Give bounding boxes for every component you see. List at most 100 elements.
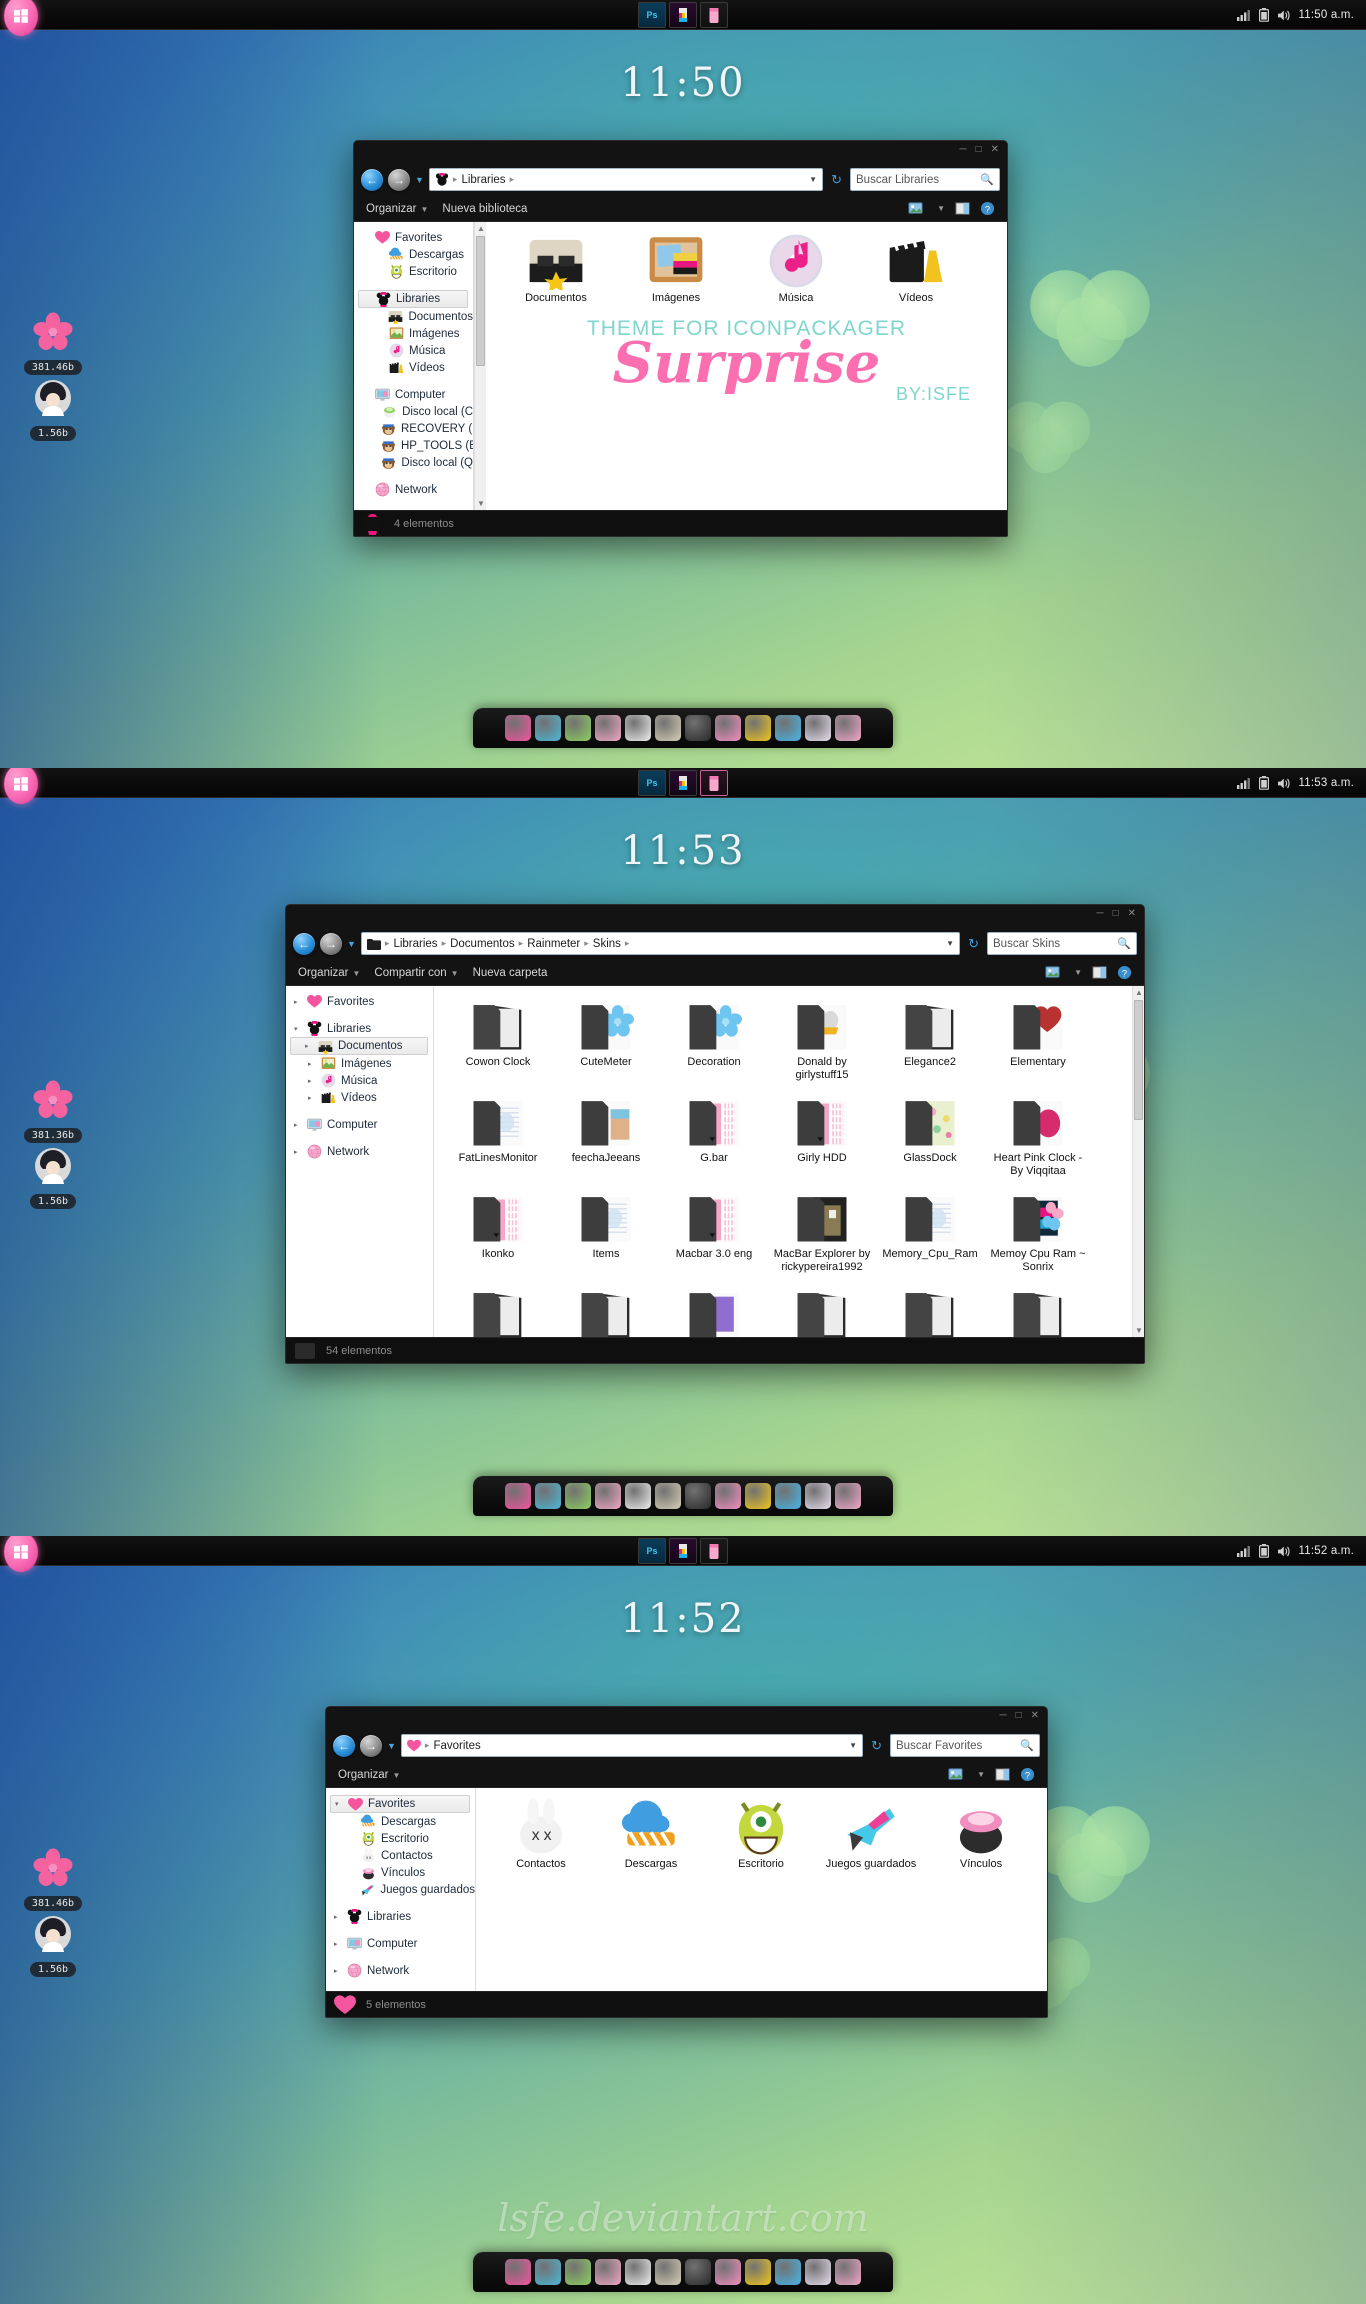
file-item[interactable]: Juegos guardados xyxy=(816,1796,926,1871)
dock-photoshop-pink-icon[interactable] xyxy=(595,1483,621,1509)
navigation-bar[interactable]: ← → ▼ ▸ Favorites ▼ ↻ Buscar Favorites 🔍 xyxy=(326,1729,1047,1762)
back-button[interactable]: ← xyxy=(293,932,315,955)
file-grid[interactable]: x x Contactos Descargas Escritorio Juegos gua… xyxy=(476,1788,1047,1879)
dock-toolbox-icon[interactable] xyxy=(745,2259,771,2285)
close-button[interactable]: ✕ xyxy=(1031,1711,1039,1721)
file-item[interactable]: Macbar 3.0 eng xyxy=(660,1186,768,1274)
file-list-pane[interactable]: Cowon Clock CuteMeter Decoration Donald by … xyxy=(434,986,1132,1337)
sidebar-item-escritorio[interactable]: Escritorio xyxy=(354,263,473,280)
sidebar-item-descargas[interactable]: Descargas xyxy=(326,1813,475,1830)
file-item[interactable]: CuteMeter xyxy=(552,994,660,1082)
scroll-up-icon[interactable]: ▲ xyxy=(477,224,485,233)
window-titlebar[interactable]: ─ □ ✕ xyxy=(354,141,1007,163)
file-item[interactable]: Donald by girlystuff15 xyxy=(768,994,876,1082)
expand-arrow-icon[interactable]: ▸ xyxy=(334,1913,342,1921)
file-list-pane[interactable]: Documentos Imágenes Música Vídeos THEME FOR… xyxy=(486,222,1007,510)
dock-glasses-folder-icon[interactable] xyxy=(655,2259,681,2285)
sidebar-item-disco-local-q[interactable]: Disco local (Q xyxy=(354,454,473,471)
window-controls[interactable]: ─ □ ✕ xyxy=(999,1711,1039,1721)
expand-arrow-icon[interactable]: ▸ xyxy=(294,1148,302,1156)
system-tray[interactable]: 11:52 a.m. xyxy=(1236,1536,1361,1566)
file-item[interactable]: Cowon Clock xyxy=(444,994,552,1082)
file-item[interactable] xyxy=(876,1282,984,1337)
organize-button[interactable]: Organizar ▼ xyxy=(366,203,428,215)
search-box[interactable]: Buscar Favorites 🔍 xyxy=(890,1734,1040,1757)
expand-arrow-icon[interactable]: ▸ xyxy=(294,1121,302,1129)
share-button[interactable]: Compartir con ▼ xyxy=(374,967,458,979)
back-button[interactable]: ← xyxy=(361,168,383,191)
dock-film-clapper-icon[interactable] xyxy=(685,715,711,741)
organize-button[interactable]: Organizar ▼ xyxy=(338,1769,400,1781)
file-item[interactable]: Vídeos xyxy=(856,230,976,305)
file-item[interactable] xyxy=(768,1282,876,1337)
file-item[interactable]: G.bar xyxy=(660,1090,768,1178)
sidebar-item-documentos[interactable]: Documentos xyxy=(354,308,473,325)
preview-pane-icon[interactable] xyxy=(995,1767,1010,1782)
taskbar-buttons[interactable]: Ps xyxy=(638,2,728,28)
sidebar-item-m-sica[interactable]: ▸ Música xyxy=(286,1072,433,1089)
refresh-icon[interactable]: ↻ xyxy=(828,172,845,188)
new-library-button[interactable]: Nueva biblioteca xyxy=(442,203,527,215)
sidebar-item-computer[interactable]: ▸ Computer xyxy=(286,1116,433,1133)
file-grid[interactable]: Documentos Imágenes Música Vídeos xyxy=(486,222,1007,313)
photoshop-taskbar-button[interactable]: Ps xyxy=(638,770,666,796)
pink-app-taskbar-button[interactable] xyxy=(700,2,728,28)
pink-app-taskbar-button[interactable] xyxy=(700,1538,728,1564)
taskbar-clock[interactable]: 11:50 a.m. xyxy=(1299,9,1361,21)
dock-white-ghost-icon[interactable] xyxy=(625,2259,651,2285)
file-item[interactable]: Girly HDD xyxy=(768,1090,876,1178)
minimize-button[interactable]: ─ xyxy=(1096,909,1103,919)
expand-arrow-icon[interactable]: ▸ xyxy=(334,1967,342,1975)
file-item[interactable]: Documentos xyxy=(496,230,616,305)
taskbar[interactable]: Ps xyxy=(0,768,1366,804)
dock-photoshop-pink-icon[interactable] xyxy=(595,2259,621,2285)
file-item[interactable]: Vínculos xyxy=(926,1796,1036,1871)
scroll-down-icon[interactable]: ▼ xyxy=(1135,1326,1143,1335)
paint-taskbar-button[interactable] xyxy=(669,770,697,796)
breadcrumb-item[interactable]: Libraries xyxy=(393,938,437,950)
change-view-icon[interactable] xyxy=(948,1767,963,1782)
dock-green-dragon-icon[interactable] xyxy=(565,2259,591,2285)
command-toolbar[interactable]: Organizar ▼ Nueva biblioteca ▼ ? xyxy=(354,196,1007,222)
network-signal-icon[interactable] xyxy=(1236,9,1251,21)
dock-pink-globe-icon[interactable] xyxy=(835,715,861,741)
file-item[interactable]: x x Contactos xyxy=(486,1796,596,1871)
view-dropdown-icon[interactable]: ▼ xyxy=(937,204,945,213)
drive-gadget-1[interactable]: 381.46b xyxy=(18,1848,88,1911)
file-list-scrollbar[interactable]: ▲ ▼ xyxy=(1132,986,1144,1337)
expand-arrow-icon[interactable]: ▸ xyxy=(334,1940,342,1948)
refresh-icon[interactable]: ↻ xyxy=(965,936,982,952)
sidebar-item-recovery-d[interactable]: RECOVERY (D xyxy=(354,420,473,437)
file-item[interactable]: Heart Pink Clock - By Viqqitaa xyxy=(984,1090,1092,1178)
breadcrumb-dropdown-icon[interactable]: ▼ xyxy=(946,939,954,948)
forward-button[interactable]: → xyxy=(320,932,342,955)
sidebar-item-contactos[interactable]: x x Contactos xyxy=(326,1847,475,1864)
volume-icon[interactable] xyxy=(1277,1545,1291,1558)
file-item[interactable]: Descargas xyxy=(596,1796,706,1871)
expand-arrow-icon[interactable]: ▸ xyxy=(294,998,302,1006)
sidebar-item-v-deos[interactable]: ▸ Vídeos xyxy=(286,1089,433,1106)
file-item[interactable] xyxy=(444,1282,552,1337)
file-item[interactable]: Memoy Cpu Ram ~ Sonrix xyxy=(984,1186,1092,1274)
view-dropdown-icon[interactable]: ▼ xyxy=(977,1770,985,1779)
dock-toolbox-icon[interactable] xyxy=(745,1483,771,1509)
preview-pane-icon[interactable] xyxy=(955,201,970,216)
dock-quotes-icon[interactable] xyxy=(715,1483,741,1509)
volume-icon[interactable] xyxy=(1277,9,1291,22)
maximize-button[interactable]: □ xyxy=(1016,1711,1022,1721)
toolbar-right-group[interactable]: ▼ ? xyxy=(908,201,995,216)
search-box[interactable]: Buscar Libraries 🔍 xyxy=(850,168,1000,191)
system-tray[interactable]: 11:50 a.m. xyxy=(1236,0,1361,30)
sidebar-item-libraries[interactable]: Libraries xyxy=(358,290,468,308)
navigation-bar[interactable]: ← → ▼ ▸ Libraries ▸ ▼ ↻ Buscar Libraries… xyxy=(354,163,1007,196)
close-button[interactable]: ✕ xyxy=(991,145,999,155)
taskbar-clock[interactable]: 11:53 a.m. xyxy=(1299,777,1361,789)
breadcrumb-dropdown-icon[interactable]: ▼ xyxy=(809,175,817,184)
file-item[interactable]: Decoration xyxy=(660,994,768,1082)
dock-pink-globe-icon[interactable] xyxy=(835,2259,861,2285)
scroll-up-icon[interactable]: ▲ xyxy=(1135,988,1143,997)
network-signal-icon[interactable] xyxy=(1236,1545,1251,1557)
dock-white-ghost-icon[interactable] xyxy=(625,1483,651,1509)
dock-quotes-icon[interactable] xyxy=(715,2259,741,2285)
drive-gadget-1[interactable]: 381.36b xyxy=(18,1080,88,1143)
